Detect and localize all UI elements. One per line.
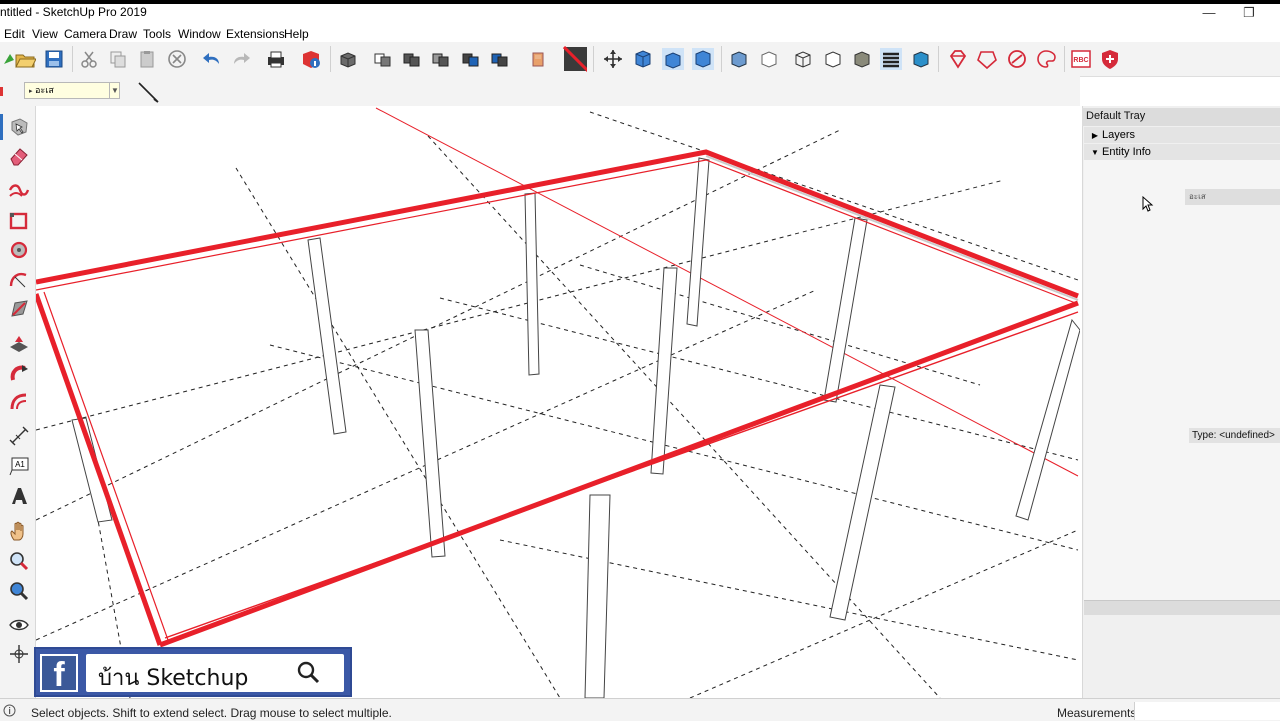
shield-icon[interactable]: [1098, 47, 1122, 71]
facebook-icon: f: [40, 654, 78, 694]
copy-icon[interactable]: [106, 47, 130, 71]
menu-window[interactable]: Window: [178, 27, 221, 41]
menu-bar: Edit View Camera Draw Tools Window Exten…: [0, 26, 1280, 42]
layer-select-value: อะเส: [35, 85, 54, 95]
redo-icon[interactable]: [229, 47, 253, 71]
xray-icon[interactable]: [727, 47, 751, 71]
model-info-icon[interactable]: [299, 47, 323, 71]
entity-type-label: Type: <undefined>: [1189, 428, 1280, 443]
tape-measure-icon[interactable]: [8, 425, 30, 447]
undo-icon[interactable]: [200, 47, 224, 71]
polygon-icon[interactable]: [8, 298, 30, 320]
top-view-icon[interactable]: [661, 47, 685, 71]
front-view-icon[interactable]: [691, 47, 715, 71]
status-hint: Select objects. Shift to extend select. …: [31, 706, 392, 720]
extension-warehouse-icon[interactable]: [975, 47, 999, 71]
text-icon[interactable]: A1: [8, 455, 30, 477]
chevron-down-icon[interactable]: ▼: [109, 82, 120, 99]
solid-outer-shell-icon[interactable]: [400, 47, 424, 71]
layers-toolbar: [0, 76, 1080, 106]
3d-text-icon[interactable]: [8, 485, 30, 507]
menu-view[interactable]: View: [32, 27, 58, 41]
section-icon[interactable]: [563, 46, 587, 72]
watermark-text: บ้าน Sketchup: [98, 666, 249, 691]
solid-subtract-icon[interactable]: [459, 47, 483, 71]
offset-icon[interactable]: [8, 391, 30, 413]
entity-info-body: [1084, 160, 1280, 600]
menu-help[interactable]: Help: [284, 27, 309, 41]
model-viewport[interactable]: [36, 106, 1080, 698]
solid-union-icon[interactable]: [429, 47, 453, 71]
model-scene: [36, 107, 1080, 698]
hidden-line-icon[interactable]: [821, 47, 845, 71]
restore-button[interactable]: ❐: [1226, 4, 1272, 24]
tray-bottom-bar: [1084, 600, 1280, 615]
mouse-cursor-icon: [1142, 195, 1154, 212]
component-icon[interactable]: [336, 47, 360, 71]
zoom-icon[interactable]: [8, 550, 30, 572]
panel-layers-label: Layers: [1102, 129, 1136, 141]
look-around-icon[interactable]: [8, 614, 30, 636]
menu-extensions[interactable]: Extensions: [226, 27, 285, 41]
group-icon[interactable]: [371, 47, 395, 71]
zoom-extents-icon[interactable]: [8, 580, 30, 602]
panel-entity-info[interactable]: ▼ Entity Info: [1084, 144, 1280, 160]
layer-select[interactable]: ▸ อะเส: [24, 82, 120, 99]
push-pull-icon[interactable]: [8, 333, 30, 355]
shaded-icon[interactable]: [850, 47, 874, 71]
walk-icon[interactable]: [8, 643, 30, 665]
paint-icon[interactable]: [526, 47, 550, 71]
ruby-icon[interactable]: [946, 47, 970, 71]
measurements-input[interactable]: [1134, 702, 1280, 720]
entity-layer-field[interactable]: อะเส: [1185, 189, 1280, 205]
panel-entity-info-label: Entity Info: [1102, 146, 1151, 158]
menu-camera[interactable]: Camera: [64, 27, 107, 41]
measurements-label: Measurements: [1057, 706, 1137, 720]
window-title: ntitled - SketchUp Pro 2019: [0, 5, 147, 19]
collapse-arrow-icon: ▼: [1091, 148, 1099, 157]
select-icon[interactable]: [8, 116, 30, 138]
svg-text:RBC: RBC: [1073, 57, 1088, 64]
axes-icon[interactable]: [601, 47, 625, 71]
open-icon[interactable]: [13, 47, 37, 71]
arc-icon[interactable]: [8, 269, 30, 291]
guide-lines: [36, 111, 1079, 698]
line-tool-icon[interactable]: [136, 80, 160, 104]
save-icon[interactable]: [42, 47, 66, 71]
rectangle-icon[interactable]: [8, 210, 30, 232]
cut-icon[interactable]: [77, 47, 101, 71]
layer-manager-icon[interactable]: [0, 84, 6, 98]
freehand-icon[interactable]: [8, 180, 30, 202]
title-bar: [0, 0, 1280, 28]
iso-view-icon[interactable]: [631, 47, 655, 71]
textured-icon[interactable]: [879, 47, 903, 71]
info-icon[interactable]: [3, 704, 16, 717]
eraser-icon[interactable]: [8, 145, 30, 167]
wireframe-icon[interactable]: [791, 47, 815, 71]
menu-edit[interactable]: Edit: [4, 27, 25, 41]
back-edges-icon[interactable]: [757, 47, 781, 71]
panel-layers[interactable]: ▶ Layers: [1084, 127, 1280, 143]
circle-icon[interactable]: [8, 239, 30, 261]
sketchup-gem-icon[interactable]: [1005, 47, 1029, 71]
tray-title: Default Tray: [1086, 110, 1146, 122]
rbc-icon[interactable]: RBC: [1069, 47, 1093, 71]
ring-beam-selected: [36, 149, 1079, 648]
paste-icon[interactable]: [135, 47, 159, 71]
search-icon: [296, 660, 320, 684]
svg-text:A1: A1: [15, 460, 25, 469]
erase-icon[interactable]: [165, 47, 189, 71]
solid-trim-icon[interactable]: [488, 47, 512, 71]
monochrome-icon[interactable]: [909, 47, 933, 71]
expand-arrow-icon: ▶: [1091, 131, 1099, 140]
menu-tools[interactable]: Tools: [143, 27, 171, 41]
paint-palette-icon[interactable]: [1034, 47, 1058, 71]
menu-draw[interactable]: Draw: [109, 27, 137, 41]
print-icon[interactable]: [264, 47, 288, 71]
follow-me-icon[interactable]: [8, 362, 30, 384]
pan-icon[interactable]: [8, 520, 30, 542]
